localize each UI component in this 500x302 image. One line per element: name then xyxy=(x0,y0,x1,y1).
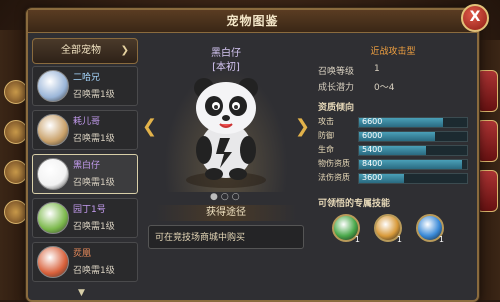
obtain-method-text: 可在竞技场商城中购买 xyxy=(148,225,304,249)
side-tab[interactable] xyxy=(476,120,498,162)
pet-summon-requirement: 召唤需1级 xyxy=(73,134,115,144)
previous-pet-arrow-icon[interactable]: ❮ xyxy=(142,116,157,137)
pet-summon-requirement: 召唤需1级 xyxy=(73,222,115,232)
pet-name: 二哈兄 xyxy=(73,73,101,83)
growth-potential-row: 成长潜力 0～4 xyxy=(318,80,394,93)
skill-level: 1 xyxy=(438,235,444,244)
pet-list-item[interactable]: 园丁1号 召唤需1级 xyxy=(32,198,138,238)
pet-name: 烎凰 xyxy=(73,249,92,259)
pet-avatar xyxy=(37,158,69,190)
pet-list-item[interactable]: 烎凰 召唤需1级 xyxy=(32,242,138,282)
stat-row: 生命 5400 xyxy=(318,144,468,156)
pet-summon-requirement: 召唤需1级 xyxy=(73,90,115,100)
skill-level: 1 xyxy=(396,235,402,244)
next-pet-arrow-icon[interactable]: ❯ xyxy=(295,116,310,137)
sidebar-icon[interactable] xyxy=(4,200,28,224)
close-button[interactable]: X xyxy=(461,4,489,32)
stat-value: 6600 xyxy=(362,117,383,126)
stat-row: 防御 6000 xyxy=(318,130,468,142)
sidebar-icon[interactable] xyxy=(4,80,28,104)
stat-value: 8400 xyxy=(362,159,383,168)
orange-slash-skill-icon[interactable]: 1 xyxy=(374,214,402,244)
stat-row: 攻击 6600 xyxy=(318,116,468,128)
summon-level-value: 1 xyxy=(374,64,380,74)
pet-name: 黑白仔 xyxy=(73,161,101,171)
stat-value: 5400 xyxy=(362,145,383,154)
side-tab[interactable] xyxy=(476,170,498,212)
pet-list-item[interactable]: 二哈兄 召唤需1级 xyxy=(32,66,138,106)
skill-level: 1 xyxy=(354,235,360,244)
pet-avatar xyxy=(37,70,69,102)
pet-list: 全部宠物 ❯ 二哈兄 召唤需1级 耗儿哥 召唤需1级 黑白仔 召唤需1级 园丁1… xyxy=(32,38,138,298)
sidebar-icon[interactable] xyxy=(4,160,28,184)
pet-list-item[interactable]: 耗儿哥 召唤需1级 xyxy=(32,110,138,150)
stat-value: 6000 xyxy=(362,131,383,140)
pet-list-item-selected[interactable]: 黑白仔 召唤需1级 xyxy=(32,154,138,194)
stat-row: 物伤资质 8400 xyxy=(318,158,468,170)
pet-avatar xyxy=(37,114,69,146)
growth-potential-value: 0～4 xyxy=(374,83,395,93)
pet-avatar xyxy=(37,202,69,234)
pet-name: 园丁1号 xyxy=(73,205,106,215)
scroll-down-icon[interactable]: ▼ xyxy=(78,288,85,298)
panda-pet-model xyxy=(186,78,266,188)
page-indicator-dots: ●○○ xyxy=(210,192,243,202)
filter-label: 全部宠物 xyxy=(61,45,101,56)
blue-slash-skill-icon[interactable]: 1 xyxy=(416,214,444,244)
pet-detail-name: 黑白仔 xyxy=(211,48,241,59)
stat-label: 法伤资质 xyxy=(318,173,350,182)
growth-potential-label: 成长潜力 xyxy=(318,83,355,93)
stat-row: 法伤资质 3600 xyxy=(318,172,468,184)
stat-label: 攻击 xyxy=(318,117,334,126)
stat-label: 生命 xyxy=(318,145,334,154)
pet-filter-dropdown[interactable]: 全部宠物 ❯ xyxy=(32,38,138,64)
pet-summon-requirement: 召唤需1级 xyxy=(73,266,115,276)
panel-title: 宠物图鉴 xyxy=(28,10,477,33)
obtain-method-title: 获得途径 xyxy=(156,205,296,221)
aptitude-title: 资质倾向 xyxy=(318,103,355,113)
chevron-down-icon: ❯ xyxy=(120,45,129,56)
side-tab[interactable] xyxy=(476,70,498,112)
pet-info: 近战攻击型 召唤等级 1 成长潜力 0～4 资质倾向 攻击 6600 防御 60… xyxy=(314,38,472,296)
pet-avatar xyxy=(37,246,69,278)
green-slash-skill-icon[interactable]: 1 xyxy=(332,214,360,244)
stat-value: 3600 xyxy=(362,173,383,182)
stat-label: 物伤资质 xyxy=(318,159,350,168)
exclusive-skills-title: 可领悟的专属技能 xyxy=(318,199,391,209)
pet-detail: 黑白仔 [本初] xyxy=(142,38,310,296)
pet-model-stage xyxy=(164,68,288,192)
pet-name: 耗儿哥 xyxy=(73,117,101,127)
summon-level-row: 召唤等级 1 xyxy=(318,64,380,77)
pet-type: 近战攻击型 xyxy=(370,47,416,57)
pet-summon-requirement: 召唤需1级 xyxy=(73,178,115,188)
sidebar-icon[interactable] xyxy=(4,120,28,144)
stat-label: 防御 xyxy=(318,131,334,140)
pet-handbook-panel: 宠物图鉴 X 全部宠物 ❯ 二哈兄 召唤需1级 耗儿哥 召唤需1级 黑白仔 召唤… xyxy=(26,4,489,302)
summon-level-label: 召唤等级 xyxy=(318,67,355,77)
